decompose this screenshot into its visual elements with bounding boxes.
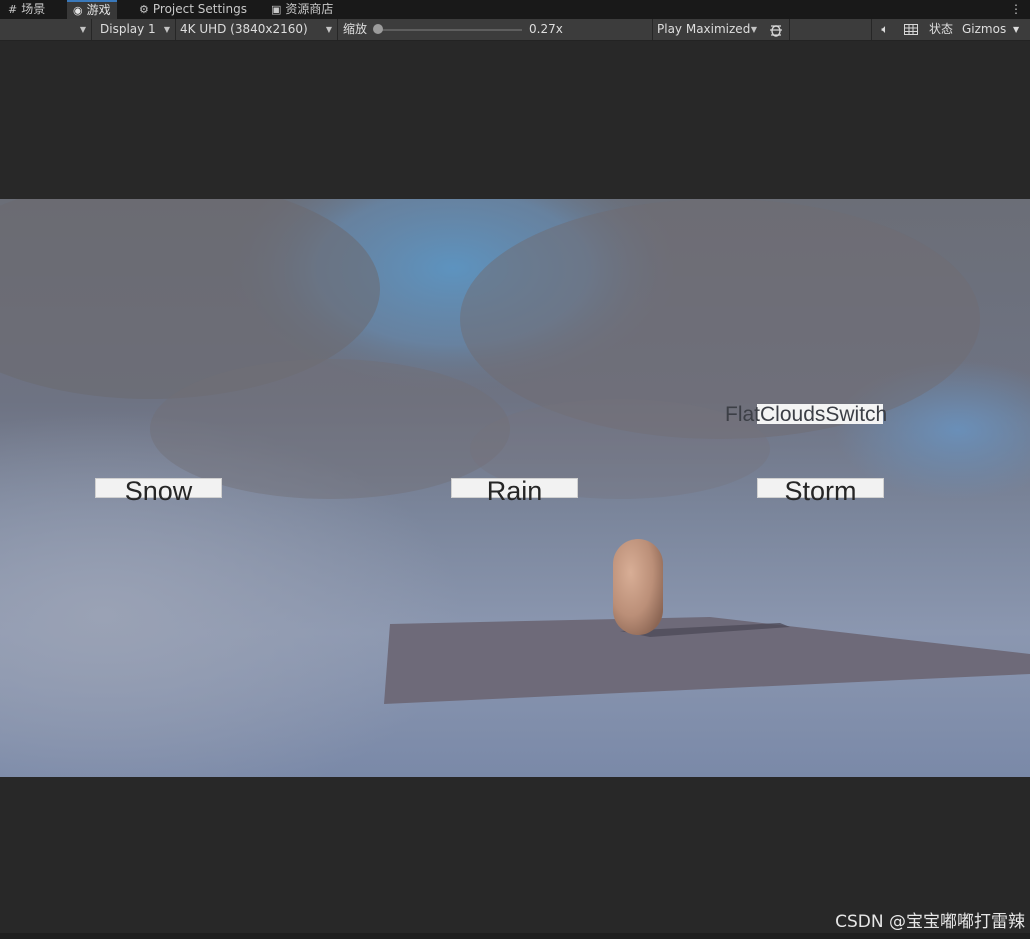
divider: [91, 19, 92, 40]
scale-slider-handle[interactable]: [373, 24, 383, 34]
tab-scene[interactable]: # 场景: [2, 0, 51, 19]
divider: [337, 19, 338, 40]
grid-icon: #: [8, 3, 18, 16]
watermark: CSDN @宝宝嘟嘟打雷辣: [835, 912, 1025, 932]
audio-icon[interactable]: 🔈︎: [874, 19, 896, 40]
rain-button[interactable]: Rain: [451, 478, 578, 505]
more-options-icon[interactable]: ⋮: [1010, 0, 1022, 19]
divider: [789, 19, 790, 40]
game-toolbar: Display 1 4K UHD (3840x2160) 缩放 0.27x Pl…: [0, 19, 1030, 41]
stats-button[interactable]: 状态: [929, 19, 953, 40]
divider: [871, 19, 872, 40]
scale-label: 缩放: [343, 22, 368, 36]
gamepad-icon: ◉: [73, 4, 83, 17]
scale-slider-track[interactable]: [378, 29, 522, 31]
bug-icon[interactable]: [764, 19, 788, 40]
editor-tab-bar: # 场景 ◉ 游戏 ⚙ Project Settings ▣ 资源商店 ⋮: [0, 0, 1030, 19]
gizmos-dropdown-icon[interactable]: ▼: [1013, 19, 1019, 40]
tab-project-settings[interactable]: ⚙ Project Settings: [133, 0, 253, 19]
tab-game[interactable]: ◉ 游戏: [67, 0, 117, 19]
storm-button[interactable]: Storm: [757, 478, 884, 505]
flat-clouds-toggle-label[interactable]: FlatCloudsSwitch: [725, 403, 887, 427]
bag-icon: ▣: [271, 3, 282, 16]
taskbar-strip: [0, 933, 1030, 939]
snow-button[interactable]: Snow: [95, 478, 222, 505]
tab-asset-store[interactable]: ▣ 资源商店: [265, 0, 339, 19]
scale-value: 0.27x: [529, 22, 563, 36]
player-capsule: [613, 539, 663, 635]
gizmos-button[interactable]: Gizmos: [962, 19, 1006, 40]
keyboard-icon[interactable]: [899, 19, 923, 40]
display-dropdown[interactable]: Display 1: [94, 19, 174, 40]
game-viewport[interactable]: Snow Rain Storm FlatCloudsSwitch: [0, 199, 1030, 777]
gear-icon: ⚙: [139, 3, 149, 16]
resolution-dropdown[interactable]: 4K UHD (3840x2160): [176, 19, 336, 40]
game-view-dropdown[interactable]: [0, 19, 90, 40]
play-mode-dropdown[interactable]: Play Maximized: [653, 19, 761, 40]
